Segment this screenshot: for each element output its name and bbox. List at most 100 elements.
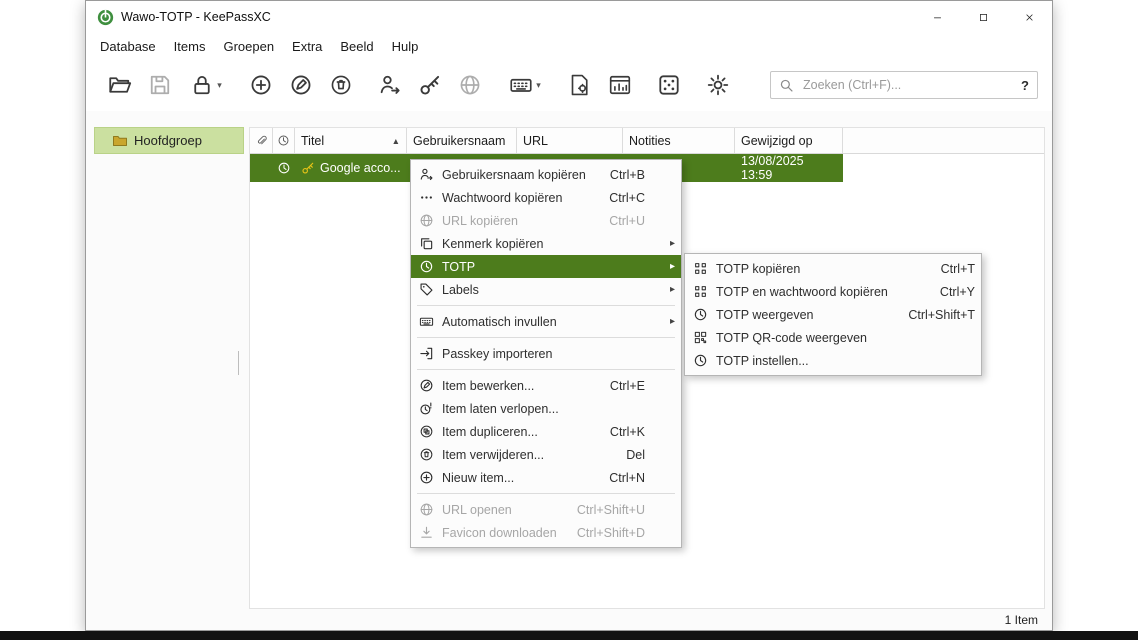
entry-title: Google acco...: [320, 161, 401, 175]
plus-circle-icon: [419, 470, 434, 485]
search-input[interactable]: [801, 77, 1014, 93]
import-icon: [419, 346, 434, 361]
document-gear-icon: [568, 73, 592, 97]
mini-qr-icon: [693, 261, 708, 276]
menu-separator: [417, 305, 675, 306]
close-icon: [1024, 12, 1035, 23]
submenu-item-show-totp[interactable]: TOTP weergeven Ctrl+Shift+T: [685, 303, 981, 326]
key-icon: [301, 161, 315, 175]
download-icon: [419, 525, 434, 540]
delete-entry-button[interactable]: [321, 66, 361, 104]
screen-edge: [0, 631, 1138, 640]
report-icon: [608, 73, 632, 97]
paperclip-icon: [255, 134, 268, 147]
database-settings-button[interactable]: [560, 66, 600, 104]
menu-beeld[interactable]: Beeld: [331, 36, 382, 57]
edit-circle-icon: [419, 378, 434, 393]
entry-modified: 13/08/2025 13:59: [741, 154, 804, 182]
minimize-button[interactable]: [914, 1, 960, 33]
plus-circle-icon: [249, 73, 273, 97]
menu-item-copy-url[interactable]: URL kopiëren Ctrl+U: [411, 209, 681, 232]
copy-username-button[interactable]: [370, 66, 410, 104]
group-item-hoofdgroep[interactable]: Hoofdgroep: [94, 127, 244, 154]
clock-alert-icon: [419, 401, 434, 416]
open-database-button[interactable]: [100, 66, 140, 104]
new-entry-button[interactable]: [241, 66, 281, 104]
column-attachments[interactable]: [250, 128, 273, 153]
lock-databases-button[interactable]: ▾: [180, 66, 232, 104]
qr-code-icon: [693, 330, 708, 345]
column-titel[interactable]: Titel ▲: [295, 128, 407, 153]
clock-icon: [419, 259, 434, 274]
column-gebruikersnaam[interactable]: Gebruikersnaam: [407, 128, 517, 153]
menu-items[interactable]: Items: [165, 36, 215, 57]
trash-circle-icon: [329, 73, 353, 97]
menu-extra[interactable]: Extra: [283, 36, 331, 57]
menu-item-labels[interactable]: Labels ▸: [411, 278, 681, 301]
lock-icon: [190, 73, 214, 97]
keepassxc-window: Wawo-TOTP - KeePassXC Database Items Gro…: [85, 0, 1053, 631]
column-url[interactable]: URL: [517, 128, 623, 153]
menu-hulp[interactable]: Hulp: [383, 36, 428, 57]
password-generator-button[interactable]: [649, 66, 689, 104]
maximize-button[interactable]: [960, 1, 1006, 33]
menu-item-totp[interactable]: TOTP ▸: [411, 255, 681, 278]
close-button[interactable]: [1006, 1, 1052, 33]
user-arrow-icon: [419, 167, 434, 182]
toolbar: ▾ ▾ ?: [86, 59, 1052, 111]
submenu-item-show-totp-qr[interactable]: TOTP QR-code weergeven: [685, 326, 981, 349]
totp-submenu: TOTP kopiëren Ctrl+T TOTP en wachtwoord …: [684, 253, 982, 376]
submenu-arrow-icon: ▸: [669, 238, 675, 249]
save-icon: [148, 73, 172, 97]
menu-item-new-entry[interactable]: Nieuw item... Ctrl+N: [411, 466, 681, 489]
password-dots-icon: [419, 190, 434, 205]
panel-splitter[interactable]: [238, 351, 242, 375]
menu-groepen[interactable]: Groepen: [214, 36, 283, 57]
menu-item-download-favicon[interactable]: Favicon downloaden Ctrl+Shift+D: [411, 521, 681, 544]
submenu-item-copy-totp[interactable]: TOTP kopiëren Ctrl+T: [685, 257, 981, 280]
menu-item-import-passkey[interactable]: Passkey importeren: [411, 342, 681, 365]
globe-icon: [419, 502, 434, 517]
folder-icon: [112, 133, 128, 149]
submenu-item-setup-totp[interactable]: TOTP instellen...: [685, 349, 981, 372]
item-count: 1 Item: [1004, 612, 1038, 627]
dice-icon: [657, 73, 681, 97]
globe-icon: [458, 73, 482, 97]
submenu-item-copy-totp-password[interactable]: TOTP en wachtwoord kopiëren Ctrl+Y: [685, 280, 981, 303]
copy-url-button[interactable]: [450, 66, 490, 104]
menu-separator: [417, 493, 675, 494]
menu-item-copy-username[interactable]: Gebruikersnaam kopiëren Ctrl+B: [411, 163, 681, 186]
copy-password-button[interactable]: [410, 66, 450, 104]
submenu-arrow-icon: ▸: [669, 284, 675, 295]
trash-circle-icon: [419, 447, 434, 462]
table-header: Titel ▲ Gebruikersnaam URL Notities Gewij…: [250, 128, 1044, 154]
menu-item-delete-entry[interactable]: Item verwijderen... Del: [411, 443, 681, 466]
column-totp[interactable]: [273, 128, 295, 153]
edit-entry-button[interactable]: [281, 66, 321, 104]
totp-clock-icon: [277, 161, 291, 175]
search-help-button[interactable]: ?: [1013, 78, 1029, 93]
search-box[interactable]: ?: [770, 71, 1038, 99]
maximize-icon: [978, 12, 989, 23]
menu-item-duplicate-entry[interactable]: Item dupliceren... Ctrl+K: [411, 420, 681, 443]
application-settings-button[interactable]: [698, 66, 738, 104]
menu-database[interactable]: Database: [91, 36, 165, 57]
window-controls: [914, 1, 1052, 33]
menu-item-autotype[interactable]: Automatisch invullen ▸: [411, 310, 681, 333]
menu-item-open-url[interactable]: URL openen Ctrl+Shift+U: [411, 498, 681, 521]
duplicate-icon: [419, 424, 434, 439]
globe-icon: [419, 213, 434, 228]
perform-autotype-button[interactable]: ▾: [499, 66, 551, 104]
column-notities[interactable]: Notities: [623, 128, 735, 153]
submenu-arrow-icon: ▸: [669, 261, 675, 272]
menu-item-copy-attribute[interactable]: Kenmerk kopiëren ▸: [411, 232, 681, 255]
save-database-button[interactable]: [140, 66, 180, 104]
menu-item-expire-entry[interactable]: Item laten verlopen...: [411, 397, 681, 420]
column-gewijzigd-op[interactable]: Gewijzigd op: [735, 128, 843, 153]
menu-item-edit-entry[interactable]: Item bewerken... Ctrl+E: [411, 374, 681, 397]
keepassxc-logo-icon: [97, 9, 114, 26]
menu-item-copy-password[interactable]: Wachtwoord kopiëren Ctrl+C: [411, 186, 681, 209]
reports-button[interactable]: [600, 66, 640, 104]
group-label: Hoofdgroep: [134, 133, 202, 148]
edit-circle-icon: [289, 73, 313, 97]
